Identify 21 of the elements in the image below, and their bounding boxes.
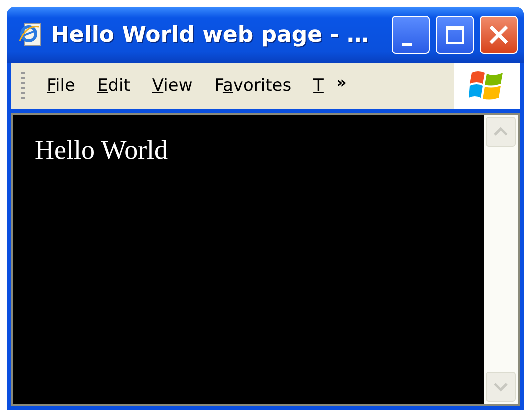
- windows-flag-icon: [469, 69, 505, 103]
- maximize-button[interactable]: [436, 16, 474, 54]
- close-icon: [488, 24, 510, 46]
- menu-item[interactable]: View: [144, 72, 201, 100]
- scroll-down-button[interactable]: [486, 372, 516, 402]
- scroll-up-button[interactable]: [486, 117, 516, 147]
- minimize-icon: [402, 42, 412, 46]
- window-title: Hello World web page - …: [51, 22, 370, 48]
- chevron-up-icon: [494, 127, 508, 137]
- scrollbar[interactable]: [484, 115, 518, 404]
- toolbar-grip[interactable]: [21, 72, 25, 100]
- overflow-chevron[interactable]: »: [336, 73, 347, 92]
- menu-item[interactable]: Edit: [89, 72, 138, 100]
- chevron-down-icon: [494, 382, 508, 392]
- close-button[interactable]: [480, 16, 518, 54]
- menu-item[interactable]: Favorites: [206, 72, 300, 100]
- page-text: Hello World: [35, 135, 168, 165]
- maximize-icon: [445, 25, 465, 45]
- menu-item[interactable]: File: [39, 72, 84, 100]
- minimize-button[interactable]: [392, 16, 430, 54]
- menu-item[interactable]: T: [306, 72, 327, 100]
